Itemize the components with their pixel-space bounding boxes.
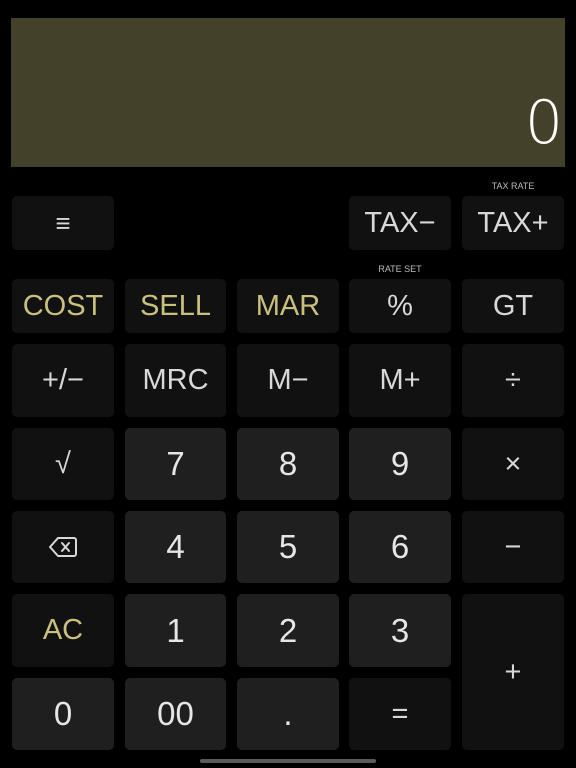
square-root-button[interactable]: √: [12, 428, 114, 500]
menu-button[interactable]: ≡: [12, 196, 114, 250]
tax-minus-button[interactable]: TAX−: [349, 196, 451, 250]
menu-icon: ≡: [55, 207, 71, 238]
subtract-button[interactable]: −: [462, 511, 564, 583]
digit-0-button[interactable]: 0: [12, 678, 114, 750]
double-zero-button[interactable]: 00: [125, 678, 226, 750]
display-value: 0: [524, 88, 563, 158]
digit-8-button[interactable]: 8: [237, 428, 339, 500]
divide-button[interactable]: ÷: [462, 344, 564, 417]
digit-1-button[interactable]: 1: [125, 594, 226, 667]
plus-minus-button[interactable]: +/−: [12, 344, 114, 417]
margin-button[interactable]: MAR: [237, 279, 339, 333]
rate-set-caption: RATE SET: [378, 264, 422, 274]
equals-button[interactable]: =: [349, 678, 451, 750]
home-indicator[interactable]: [200, 759, 376, 763]
calculator-display: 0: [11, 18, 565, 167]
all-clear-button[interactable]: AC: [12, 594, 114, 667]
tax-rate-caption: TAX RATE: [491, 181, 535, 191]
multiply-button[interactable]: ×: [462, 428, 564, 500]
add-button[interactable]: +: [462, 594, 564, 750]
backspace-icon: [49, 537, 77, 557]
memory-recall-button[interactable]: MRC: [125, 344, 226, 417]
memory-minus-button[interactable]: M−: [237, 344, 339, 417]
tax-plus-button[interactable]: TAX+: [462, 196, 564, 250]
digit-3-button[interactable]: 3: [349, 594, 451, 667]
backspace-button[interactable]: [12, 511, 114, 583]
digit-7-button[interactable]: 7: [125, 428, 226, 500]
digit-6-button[interactable]: 6: [349, 511, 451, 583]
digit-4-button[interactable]: 4: [125, 511, 226, 583]
digit-2-button[interactable]: 2: [237, 594, 339, 667]
percent-button[interactable]: %: [349, 279, 451, 333]
decimal-button[interactable]: .: [237, 678, 339, 750]
grand-total-button[interactable]: GT: [462, 279, 564, 333]
memory-plus-button[interactable]: M+: [349, 344, 451, 417]
cost-button[interactable]: COST: [12, 279, 114, 333]
digit-5-button[interactable]: 5: [237, 511, 339, 583]
digit-9-button[interactable]: 9: [349, 428, 451, 500]
sell-button[interactable]: SELL: [125, 279, 226, 333]
